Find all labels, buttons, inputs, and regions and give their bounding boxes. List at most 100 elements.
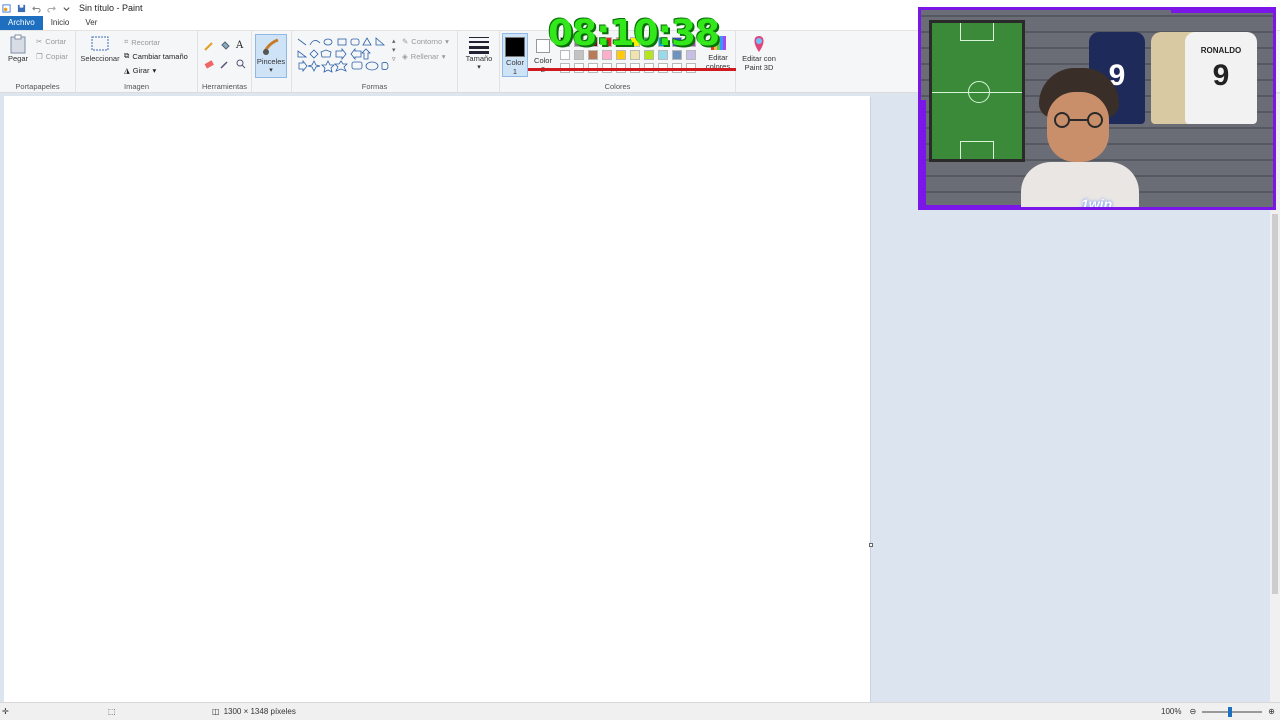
resize-label: Cambiar tamaño: [132, 51, 188, 61]
paint3d-group: Editar con Paint 3D: [736, 31, 782, 93]
vertical-scrollbar-thumb[interactable]: [1272, 214, 1278, 594]
outline-label: Contorno: [411, 37, 443, 46]
paint-window: Sin título - Paint Archivo Inicio Ver Pe…: [0, 0, 1280, 720]
cut-label: Cortar: [45, 37, 67, 46]
paste-icon: [10, 34, 26, 54]
fill-bucket-icon[interactable]: [220, 41, 230, 51]
eraser-icon[interactable]: [204, 59, 214, 69]
magnifier-icon[interactable]: [236, 59, 246, 69]
line-width-icon: [469, 37, 489, 54]
size-group: Tamaño ▾: [458, 31, 500, 93]
undo-icon[interactable]: [32, 4, 41, 13]
save-icon[interactable]: [17, 4, 26, 13]
brushes-label: Pinceles: [256, 57, 286, 66]
resize-icon: ⧉: [124, 51, 130, 60]
crop-icon: ⌗: [124, 37, 129, 46]
text-tool-icon[interactable]: A: [236, 40, 243, 51]
image-group-label: Imagen: [123, 82, 150, 91]
shapes-gallery[interactable]: [296, 37, 392, 75]
rotate-label: Girar: [132, 66, 150, 75]
color2-label: Color: [534, 56, 552, 65]
outline-icon: ✎: [402, 37, 409, 46]
shapes-group: ▴ ▾ ▿ ✎ Contorno ▾ ◈ Rellenar ▾ Formas: [292, 31, 458, 93]
zoom-slider[interactable]: [1202, 706, 1263, 717]
brush-icon: [262, 38, 279, 55]
select-label: Seleccionar: [80, 54, 120, 63]
tools-group: A Herramientas: [198, 31, 252, 93]
colors-group-label: Colores: [604, 82, 631, 91]
rotate-dropdown-icon: ▾: [152, 66, 157, 75]
red-underline-overlay: [528, 68, 736, 71]
outline-dropdown-icon: ▾: [445, 37, 449, 46]
canvas-resize-handle[interactable]: [869, 543, 873, 547]
rotate-icon: ◮: [124, 66, 130, 75]
size-button[interactable]: Tamaño ▾: [464, 34, 494, 71]
fill-label: Rellenar: [410, 52, 439, 61]
tab-inicio[interactable]: Inicio: [43, 16, 78, 30]
canvas-size-icon: ◫: [212, 707, 220, 716]
stream-timer-overlay: 08:10:38: [548, 13, 720, 54]
color-picker-icon[interactable]: [220, 59, 230, 69]
color1-button[interactable]: Color 1: [502, 33, 528, 77]
frame-accent-bottom: [921, 205, 1021, 207]
status-bar: ✛ ⬚ ◫ 1300 × 1348 píxeles 100% ⊖ ⊕: [0, 702, 1280, 720]
color1-swatch: [505, 37, 525, 57]
edit-colors-label: Editar: [708, 53, 728, 62]
zoom-control: 100% ⊖ ⊕: [1161, 706, 1275, 717]
paste-label: Pegar: [7, 54, 28, 63]
edit-with-paint3d-button[interactable]: Editar con Paint 3D: [738, 34, 780, 72]
tab-archivo[interactable]: Archivo: [0, 16, 43, 30]
cursor-position: ✛: [2, 707, 9, 716]
tab-ver[interactable]: Ver: [77, 16, 105, 30]
streamer-shirt: [1021, 162, 1139, 207]
glasses-icon: [1054, 112, 1103, 128]
quick-access-toolbar: [0, 3, 71, 13]
paint3d-label-2: Paint 3D: [744, 63, 774, 72]
zoom-out-icon[interactable]: ⊖: [1189, 707, 1196, 716]
select-button[interactable]: Seleccionar: [80, 34, 120, 63]
customize-dropdown-icon[interactable]: [62, 4, 71, 13]
selection-rect-icon: [91, 36, 109, 51]
copy-label: Copiar: [45, 52, 68, 61]
crop-label: Recortar: [131, 37, 160, 47]
size-label: Tamaño: [465, 54, 493, 63]
clipboard-group-label: Portapapeles: [15, 82, 60, 91]
shapes-scroll[interactable]: ▴ ▾ ▿: [392, 37, 396, 64]
jersey-white-name: RONALDO: [1200, 46, 1242, 55]
cut-button[interactable]: ✂ Cortar: [36, 37, 66, 46]
zoom-in-icon[interactable]: ⊕: [1268, 707, 1275, 716]
jersey-white: RONALDO 9: [1185, 32, 1257, 124]
fill-button[interactable]: ◈ Rellenar ▾: [402, 52, 445, 61]
brand-watermark: 1win: [1081, 196, 1113, 210]
canvas-size-text: 1300 × 1348 píxeles: [223, 707, 296, 716]
redo-icon[interactable]: [47, 4, 56, 13]
drawing-canvas[interactable]: [4, 96, 870, 702]
brushes-dropdown-icon: ▾: [269, 67, 273, 74]
resize-button[interactable]: ⧉ Cambiar tamaño: [124, 51, 188, 61]
zoom-slider-thumb[interactable]: [1228, 706, 1233, 717]
tactics-board: [929, 20, 1025, 162]
paste-button[interactable]: Pegar: [6, 34, 30, 63]
canvas-size: ◫ 1300 × 1348 píxeles: [212, 707, 296, 716]
pencil-icon[interactable]: [204, 41, 214, 51]
window-title: Sin título - Paint: [79, 3, 143, 13]
outline-button[interactable]: ✎ Contorno ▾: [402, 37, 449, 46]
copy-button[interactable]: ❐ Copiar: [36, 52, 68, 61]
rotate-button[interactable]: ◮ Girar ▾: [124, 66, 156, 75]
clipboard-group: Pegar ✂ Cortar ❐ Copiar Portapapeles: [0, 31, 76, 93]
selection-icon: ⬚: [108, 707, 116, 716]
jersey-white-number: 9: [1212, 59, 1230, 92]
brushes-group: Pinceles ▾: [252, 31, 292, 93]
crop-button[interactable]: ⌗ Recortar: [124, 37, 160, 47]
selection-size: ⬚: [108, 707, 116, 716]
color1-label: Color: [506, 58, 524, 67]
frame-accent-left: [921, 100, 926, 207]
fill-dropdown-icon: ▾: [441, 52, 446, 61]
paint3d-icon: [754, 36, 764, 52]
size-dropdown-icon: ▾: [477, 64, 481, 71]
copy-icon: ❐: [36, 52, 43, 61]
color1-number: 1: [512, 67, 518, 76]
brushes-button[interactable]: Pinceles ▾: [255, 34, 287, 78]
streamer: [1021, 68, 1139, 207]
paint3d-label: Editar con: [742, 54, 776, 63]
